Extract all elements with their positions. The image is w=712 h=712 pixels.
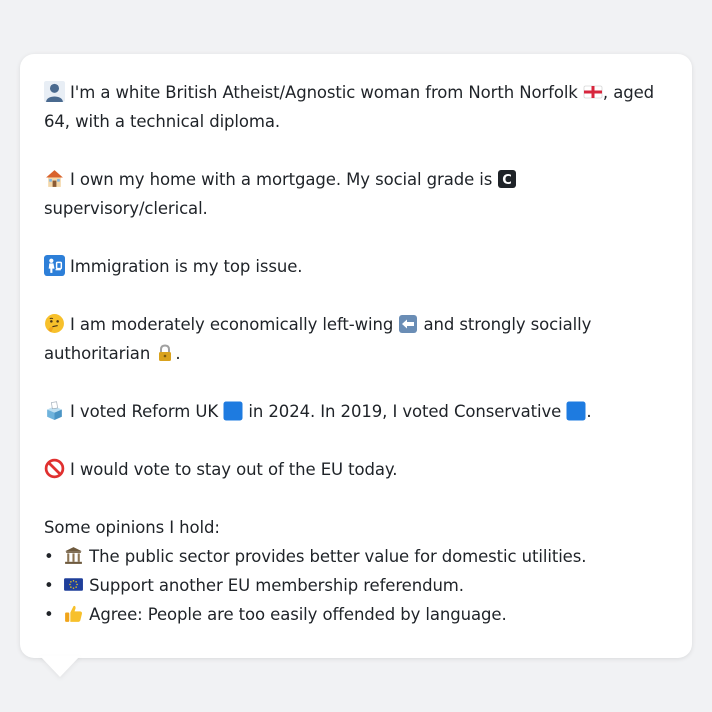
bubble-tail (40, 656, 80, 677)
thumbs-up-icon (65, 605, 83, 622)
blue-square-icon (223, 401, 243, 421)
chat-message-bubble: I'm a white British Atheist/Agnostic wom… (20, 54, 692, 658)
opinion-text: Support another EU membership referendum… (89, 576, 464, 595)
england-flag-icon (583, 85, 603, 99)
opinion-text: The public sector provides better value … (89, 547, 587, 566)
eu-flag-icon (64, 578, 84, 591)
top-issue-text: Immigration is my top issue. (70, 257, 303, 276)
prohibited-icon (44, 458, 65, 479)
blue-square-icon (566, 401, 586, 421)
voting-text-end: . (586, 402, 592, 421)
intro-text: I'm a white British Atheist/Agnostic wom… (70, 83, 578, 102)
bullet: • (44, 605, 54, 624)
voting-text-2: in 2024. In 2019, I voted Conservative (248, 402, 562, 421)
person-silhouette-icon (44, 81, 65, 102)
housing-text: I own my home with a mortgage. My social… (70, 170, 493, 189)
eu-text: I would vote to stay out of the EU today… (70, 460, 398, 479)
lock-icon (159, 344, 172, 361)
voting-paragraph: I voted Reform UK in 2024. In 2019, I vo… (44, 397, 668, 426)
opinion-item: • Support another EU membership referend… (44, 571, 668, 600)
svg-text:C: C (503, 173, 512, 188)
letter-c-icon: C (498, 170, 517, 188)
intro-paragraph: I'm a white British Atheist/Agnostic wom… (44, 78, 668, 136)
house-icon (46, 170, 63, 187)
politics-text: I am moderately economically left-wing (70, 315, 394, 334)
top-issue-paragraph: Immigration is my top issue. (44, 252, 668, 281)
opinions-title: Some opinions I hold: (44, 518, 220, 537)
eu-paragraph: I would vote to stay out of the EU today… (44, 455, 668, 484)
passport-control-icon (44, 255, 65, 276)
voting-text: I voted Reform UK (70, 402, 219, 421)
bullet: • (44, 547, 54, 566)
opinion-text: Agree: People are too easily offended by… (89, 605, 507, 624)
opinion-item: • The public sector provides better valu… (44, 542, 668, 571)
opinion-item: • Agree: People are too easily offended … (44, 600, 668, 629)
housing-text-end: supervisory/clerical. (44, 199, 208, 218)
thinking-face-icon (45, 314, 64, 333)
ballot-box-icon (47, 401, 62, 420)
politics-paragraph: I am moderately economically left-wing a… (44, 310, 668, 368)
politics-text-end: . (175, 344, 181, 363)
message-content: I'm a white British Atheist/Agnostic wom… (44, 78, 668, 629)
left-arrow-icon (399, 315, 418, 333)
classical-building-icon (65, 547, 83, 564)
housing-paragraph: I own my home with a mortgage. My social… (44, 165, 668, 223)
bullet: • (44, 576, 54, 595)
